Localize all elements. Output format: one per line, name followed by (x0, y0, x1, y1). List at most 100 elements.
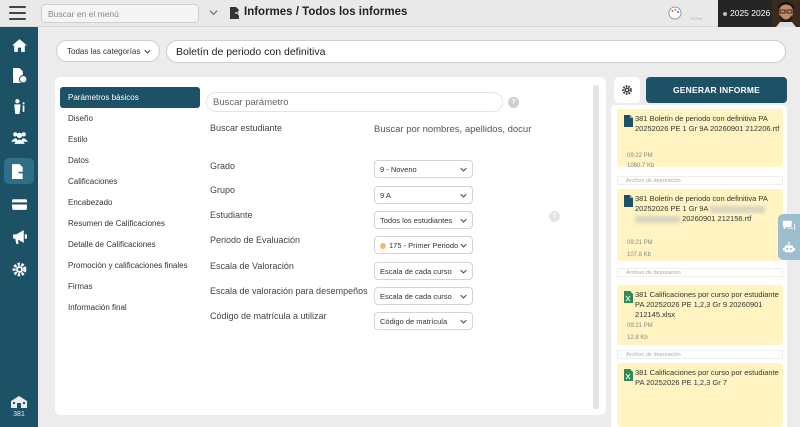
gear-icon (12, 262, 26, 276)
generate-report-button[interactable]: GENERAR INFORME (646, 77, 787, 103)
report-settings-button[interactable] (614, 77, 640, 103)
tab-signatures[interactable]: Firmas (60, 276, 200, 297)
file-name[interactable]: 381 Calificaciones por curso por estudia… (635, 368, 780, 388)
school-selector[interactable]: 381 (6, 395, 32, 418)
home-icon (11, 38, 27, 52)
sidebar-item-users[interactable] (4, 124, 34, 150)
spreadsheet-file-icon (624, 369, 633, 381)
debug-file-link[interactable]: Archivo de depuración (617, 350, 783, 359)
grade-value: 9 - Noveno (380, 165, 417, 174)
tab-grades-detail[interactable]: Detalle de Calificaciones (60, 234, 200, 255)
tab-list: Parámetros básicos Diseño Estilo Datos C… (60, 87, 200, 318)
file-card[interactable]: 381 Boletín de periodo con definitiva PA… (617, 109, 783, 169)
menu-search-input[interactable]: Buscar en el menú (41, 4, 199, 23)
file-time: 09:21 PM (627, 240, 653, 246)
chevron-down-icon[interactable] (209, 8, 218, 17)
field-label-grade: Grado (210, 161, 236, 171)
gear-icon (622, 85, 632, 95)
file-size: 12.8 Kb (627, 335, 648, 341)
student-search-label: Buscar estudiante (210, 123, 283, 133)
period-select[interactable]: 175 - Primer Periodo (374, 236, 473, 254)
file-name-part: 20260901 212156.rtf (682, 214, 752, 223)
document-file-icon (624, 195, 633, 207)
tab-design[interactable]: Diseño (60, 108, 200, 129)
period-value: 175 - Primer Periodo (389, 241, 459, 250)
student-value: Todos los estudiantes (380, 216, 453, 225)
file-size: 107.8 Kb (627, 252, 652, 258)
sidebar: 381 (0, 27, 38, 427)
file-user-icon (12, 67, 27, 83)
chevron-down-icon (460, 319, 467, 324)
file-name[interactable]: 381 Boletín de periodo con definitiva PA… (635, 194, 780, 224)
parameters-panel: Parámetros básicos Diseño Estilo Datos C… (55, 77, 606, 415)
person-info-icon (13, 98, 25, 114)
field-label-group: Grupo (210, 185, 236, 195)
document-file-icon (624, 115, 633, 127)
sidebar-item-announcements[interactable] (4, 223, 34, 249)
performance-scale-select[interactable]: Escala de cada curso (374, 287, 473, 305)
tab-header[interactable]: Encabezado (60, 192, 200, 213)
report-title-input[interactable]: Boletín de periodo con definitiva (166, 40, 786, 63)
menu-icon[interactable] (9, 6, 26, 20)
file-name[interactable]: 381 Calificaciones por curso por estudia… (635, 290, 780, 320)
category-select[interactable]: Todas las categorías (56, 40, 160, 62)
debug-file-link[interactable]: Archivo de depuración (617, 176, 783, 185)
sidebar-item-documents[interactable] (4, 62, 34, 88)
tab-basic-parameters[interactable]: Parámetros básicos (60, 87, 200, 108)
student-select[interactable]: Todos los estudiantes (374, 211, 473, 229)
school-year: 2025 2026 (730, 8, 771, 18)
file-time: 09:21 PM (627, 323, 653, 329)
chevron-down-icon (460, 294, 467, 299)
file-name[interactable]: 381 Boletín de periodo con definitiva PA… (635, 114, 780, 134)
student-search-input[interactable]: Buscar por nombres, apellidos, docur (374, 124, 531, 135)
sidebar-item-student[interactable] (4, 93, 34, 119)
school-icon (11, 396, 27, 408)
sidebar-item-home[interactable] (4, 32, 34, 58)
parameter-search-input[interactable]: Buscar parámetro (206, 92, 503, 112)
floating-help-widget[interactable] (778, 214, 800, 260)
tab-data[interactable]: Datos (60, 150, 200, 171)
mini-label: TUTHI (690, 16, 702, 21)
palette-icon[interactable] (668, 6, 682, 20)
top-bar: Buscar en el menú Informes / Todos los i… (0, 0, 800, 27)
school-code: 381 (13, 411, 25, 418)
panel-scrollbar[interactable] (593, 85, 599, 409)
debug-file-link[interactable]: Archivo de depuración (617, 268, 783, 277)
users-icon (10, 131, 28, 144)
category-selected: Todas las categorías (67, 47, 141, 56)
school-year-selector[interactable]: 2025 2026 (718, 0, 772, 27)
grade-select[interactable]: 9 - Noveno (374, 160, 473, 178)
tab-final-info[interactable]: Información final (60, 297, 200, 318)
period-color-dot (380, 243, 386, 249)
sidebar-item-reports[interactable] (4, 158, 34, 184)
enrollment-code-select[interactable]: Código de matrícula (374, 312, 473, 330)
avatar[interactable] (772, 0, 800, 27)
help-icon[interactable]: ? (549, 211, 560, 222)
file-card[interactable]: 381 Calificaciones por curso por estudia… (617, 363, 783, 427)
field-label-period: Periodo de Evaluación (210, 235, 301, 245)
report-file-icon (230, 7, 241, 19)
chevron-down-icon (144, 49, 151, 54)
chevron-down-icon (460, 167, 467, 172)
chevron-down-icon (460, 193, 467, 198)
dot-icon (723, 11, 727, 16)
sidebar-item-payments[interactable] (4, 191, 34, 217)
file-card[interactable]: 381 Boletín de periodo con definitiva PA… (617, 189, 783, 261)
tab-promotion[interactable]: Promoción y calificaciones finales (60, 255, 200, 276)
tab-grades-summary[interactable]: Resumen de Calificaciones (60, 213, 200, 234)
scale-select[interactable]: Escala de cada curso (374, 262, 473, 280)
chat-icon[interactable] (782, 219, 796, 233)
help-icon[interactable]: ? (508, 97, 519, 108)
tab-style[interactable]: Estilo (60, 129, 200, 150)
field-label-scale: Escala de Valoración (210, 261, 294, 271)
chevron-down-icon (460, 243, 467, 248)
field-label-performance-scale: Escala de valoración para desempeños (210, 286, 368, 296)
megaphone-icon (12, 229, 27, 244)
file-card[interactable]: 381 Calificaciones por curso por estudia… (617, 285, 783, 345)
redacted-block (635, 215, 680, 223)
tab-grades[interactable]: Calificaciones (60, 171, 200, 192)
performance-scale-value: Escala de cada curso (380, 292, 452, 301)
group-select[interactable]: 9 A (374, 186, 473, 204)
robot-icon[interactable] (782, 241, 796, 255)
sidebar-item-settings[interactable] (4, 256, 34, 282)
